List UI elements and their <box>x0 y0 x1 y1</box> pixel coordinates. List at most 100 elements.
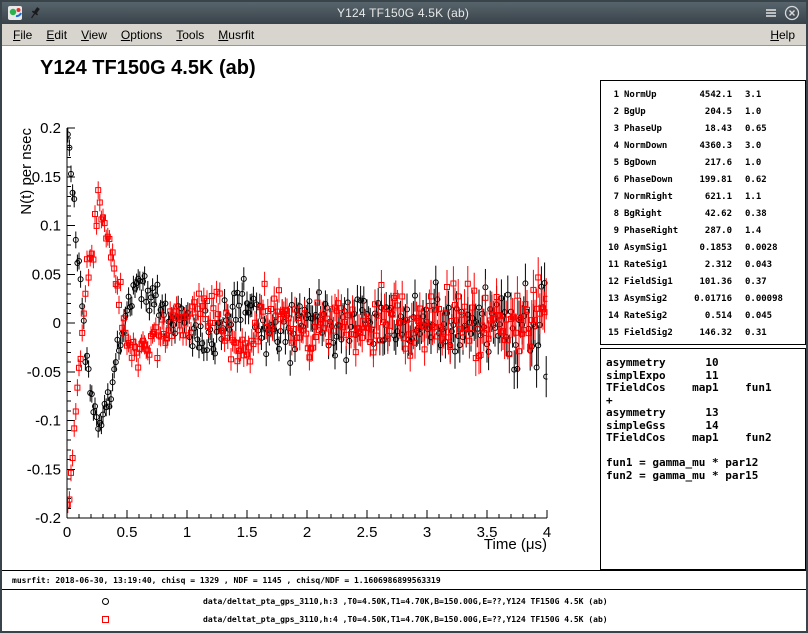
menu-item-tools[interactable]: Tools <box>169 26 211 44</box>
parameter-row: 12FieldSig1101.360.37 <box>605 273 805 290</box>
svg-text:0: 0 <box>63 524 71 541</box>
param-number: 10 <box>605 243 619 253</box>
axes <box>67 128 547 518</box>
param-number: 6 <box>605 175 619 185</box>
param-value: 2.312 <box>688 260 732 270</box>
plot-area: Y124 TF150G 4.5K (ab) -0.2-0.15-0.1-0.05… <box>2 46 806 570</box>
chart-canvas[interactable]: -0.2-0.15-0.1-0.0500.050.10.150.200.511.… <box>2 43 582 553</box>
param-number: 5 <box>605 158 619 168</box>
menu-item-file[interactable]: File <box>6 26 39 44</box>
x-axis-title: Time (μs) <box>484 536 547 553</box>
param-error: 1.0 <box>745 158 761 168</box>
param-number: 13 <box>605 294 619 304</box>
svg-text:3: 3 <box>423 524 431 541</box>
param-error: 0.00098 <box>745 294 783 304</box>
legend-marker-circle <box>102 598 109 605</box>
param-name: RateSig1 <box>624 260 688 270</box>
param-number: 2 <box>605 107 619 117</box>
parameter-row: 10AsymSig10.18530.0028 <box>605 239 805 256</box>
svg-text:0.05: 0.05 <box>32 266 61 283</box>
svg-text:-0.15: -0.15 <box>27 461 61 478</box>
param-error: 0.65 <box>745 124 767 134</box>
param-value: 146.32 <box>688 328 732 338</box>
theory-line: fun1 = gamma_mu * par12 <box>606 457 805 470</box>
param-name: NormDown <box>624 141 688 151</box>
svg-text:1.5: 1.5 <box>237 524 258 541</box>
menu-item-options[interactable]: Options <box>114 26 169 44</box>
param-error: 3.0 <box>745 141 761 151</box>
param-number: 3 <box>605 124 619 134</box>
param-value: 621.1 <box>688 192 732 202</box>
param-error: 0.045 <box>745 311 772 321</box>
svg-text:-0.2: -0.2 <box>35 510 61 527</box>
param-value: 101.36 <box>688 277 732 287</box>
parameter-row: 9 PhaseRight287.0 1.4 <box>605 222 805 239</box>
parameter-row: 14RateSig20.5140.045 <box>605 307 805 324</box>
param-error: 1.0 <box>745 107 761 117</box>
window-title: Y124 TF150G 4.5K (ab) <box>48 6 758 20</box>
param-error: 1.1 <box>745 192 761 202</box>
app-icon[interactable] <box>8 6 22 20</box>
svg-text:0.1: 0.1 <box>40 218 61 235</box>
param-value: 287.0 <box>688 226 732 236</box>
series-2 <box>65 181 548 513</box>
param-value: 204.5 <box>688 107 732 117</box>
parameter-row: 11RateSig12.3120.043 <box>605 256 805 273</box>
param-number: 14 <box>605 311 619 321</box>
param-error: 3.1 <box>745 90 761 100</box>
param-name: PhaseRight <box>624 226 688 236</box>
param-value: 0.514 <box>688 311 732 321</box>
param-error: 1.4 <box>745 226 761 236</box>
menu-item-view[interactable]: View <box>74 26 114 44</box>
svg-text:0.15: 0.15 <box>32 169 61 186</box>
param-number: 9 <box>605 226 619 236</box>
menu-left: FileEditViewOptionsToolsMusrfit <box>6 26 261 44</box>
legend: data/deltat_pta_gps_3110,h:3 ,T0=4.50K,T… <box>2 590 806 628</box>
close-icon[interactable] <box>784 5 800 21</box>
legend-label: data/deltat_pta_gps_3110,h:4 ,T0=4.50K,T… <box>203 615 608 624</box>
musrview-window: Y124 TF150G 4.5K (ab) FileEditViewOption… <box>0 0 808 633</box>
menu-item-musrfit[interactable]: Musrfit <box>211 26 261 44</box>
fit-info: musrfit: 2018-06-30, 13:19:40, chisq = 1… <box>2 571 806 590</box>
param-name: BgDown <box>624 158 688 168</box>
menu-item-help[interactable]: Help <box>763 26 802 44</box>
parameter-row: 8BgRight42.620.38 <box>605 205 805 222</box>
pin-icon[interactable] <box>28 6 42 20</box>
param-number: 1 <box>605 90 619 100</box>
parameter-row: 4NormDown4360.33.0 <box>605 137 805 154</box>
param-name: NormUp <box>624 90 688 100</box>
param-value: 0.01716 <box>688 294 732 304</box>
param-error: 0.62 <box>745 175 767 185</box>
svg-text:0.5: 0.5 <box>117 524 138 541</box>
theory-line: asymmetry 10 <box>606 357 805 370</box>
legend-row: data/deltat_pta_gps_3110,h:3 ,T0=4.50K,T… <box>2 592 806 610</box>
param-number: 15 <box>605 328 619 338</box>
theory-line: fun2 = gamma_mu * par15 <box>606 470 805 483</box>
window-menu-icon[interactable] <box>764 6 778 20</box>
param-number: 4 <box>605 141 619 151</box>
y-axis-title: N(t) per nsec <box>18 128 35 215</box>
parameter-row: 7 NormRight621.1 1.1 <box>605 188 805 205</box>
param-value: 199.81 <box>688 175 732 185</box>
legend-label: data/deltat_pta_gps_3110,h:3 ,T0=4.50K,T… <box>203 597 608 606</box>
parameter-table: 1NormUp4542.13.12BgUp204.51.03PhaseUp18.… <box>600 80 806 345</box>
theory-line: TFieldCos map1 fun1 <box>606 382 805 395</box>
param-number: 7 <box>605 192 619 202</box>
parameter-row: 6 PhaseDown199.81 0.62 <box>605 171 805 188</box>
legend-row: data/deltat_pta_gps_3110,h:4 ,T0=4.50K,T… <box>2 610 806 628</box>
legend-marker-square <box>102 616 109 623</box>
menu-item-edit[interactable]: Edit <box>39 26 74 44</box>
param-value: 4542.1 <box>688 90 732 100</box>
titlebar[interactable]: Y124 TF150G 4.5K (ab) <box>2 2 806 24</box>
svg-text:0.2: 0.2 <box>40 120 61 137</box>
param-name: NormRight <box>624 192 688 202</box>
parameter-row: 1 NormUp4542.1 3.1 <box>605 86 805 103</box>
param-name: FieldSig1 <box>624 277 688 287</box>
theory-line: TFieldCos map1 fun2 <box>606 432 805 445</box>
param-name: BgUp <box>624 107 688 117</box>
param-name: PhaseDown <box>624 175 688 185</box>
parameter-row: 13AsymSig20.017160.00098 <box>605 290 805 307</box>
param-name: AsymSig1 <box>624 243 688 253</box>
theory-box: asymmetry 10simplExpo 11TFieldCos map1 f… <box>600 348 806 570</box>
param-name: BgRight <box>624 209 688 219</box>
